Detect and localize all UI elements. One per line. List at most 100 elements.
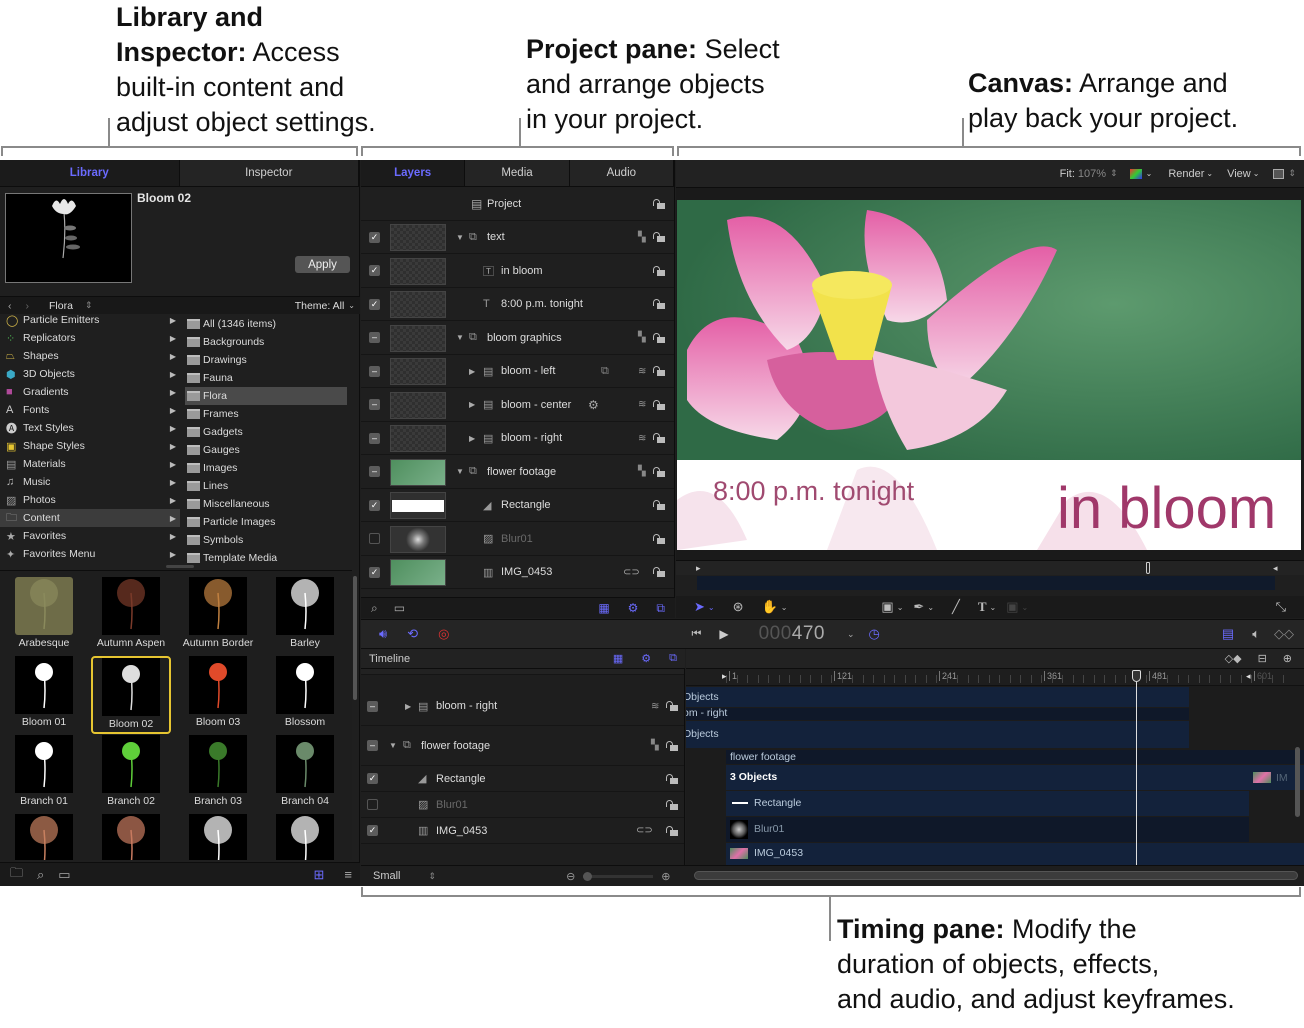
timeline-row-partial[interactable] [361, 669, 684, 675]
record-icon[interactable]: ◎ [438, 626, 449, 642]
lock-icon[interactable] [653, 299, 665, 309]
grid-view-icon[interactable]: ⊞ [314, 867, 325, 883]
library-subfolder-item[interactable]: Particle Images [185, 513, 347, 531]
zoom-level-popup[interactable]: 107% [1078, 168, 1106, 180]
snapping-icon[interactable]: ⊟ [1258, 652, 1267, 665]
lock-icon[interactable] [653, 466, 665, 477]
lock-icon[interactable] [653, 332, 665, 343]
lock-icon[interactable] [653, 433, 665, 443]
search-icon[interactable]: ⌕ [37, 867, 44, 883]
layer-row[interactable]: – ▼ ⧉ bloom graphics ▚ [361, 322, 674, 355]
layer-visibility-checkbox[interactable]: – [369, 365, 380, 377]
track-bloom-right[interactable]: om - right [686, 707, 1189, 720]
layout-icon[interactable] [1273, 168, 1285, 179]
library-category-item[interactable]: A Fonts ▶ [0, 401, 180, 419]
disclosure-open-icon[interactable]: ▼ [389, 741, 397, 750]
layer-visibility-checkbox[interactable]: ✓ [369, 298, 380, 310]
project-row[interactable]: ▤ Project [361, 188, 674, 221]
timeline-layer-row[interactable]: ✓ ◢ Rectangle [361, 766, 684, 792]
lock-icon[interactable] [653, 567, 665, 577]
layer-visibility-checkbox[interactable]: – [369, 432, 380, 444]
zoom-out-icon[interactable]: ⊖ [566, 870, 575, 883]
layer-row[interactable]: ✓ ▥ IMG_0453 ⊂⊃ [361, 556, 674, 589]
library-subfolder-item[interactable]: Gadgets [185, 423, 347, 441]
canvas-view[interactable]: 8:00 p.m. tonight in bloom [677, 200, 1301, 550]
library-subfolder-item[interactable]: Gauges [185, 441, 347, 459]
forward-icon[interactable]: › [26, 300, 30, 312]
track-objects-b[interactable]: Objects [686, 721, 1189, 748]
lock-icon[interactable] [653, 366, 665, 376]
library-grid-item[interactable]: Bloom 02 [91, 656, 171, 734]
mini-timeline[interactable]: ▸ ◂ [676, 560, 1304, 596]
ruler-in-marker[interactable]: ▸ [722, 671, 727, 682]
library-category-item[interactable]: ⬢ 3D Objects ▶ [0, 365, 180, 383]
lock-icon[interactable] [653, 232, 665, 242]
library-subfolder-item[interactable]: Backgrounds [185, 333, 347, 351]
shape-tool-icon[interactable]: ▣ [881, 599, 893, 615]
theme-chevron-icon[interactable]: ⌄ [348, 301, 355, 310]
zoom-slider-knob[interactable] [583, 871, 593, 881]
apply-button[interactable]: Apply [295, 256, 350, 273]
track-img[interactable]: IMG_0453 [726, 843, 1304, 865]
mini-playhead[interactable] [1146, 562, 1150, 574]
layer-visibility-checkbox[interactable]: ✓ [369, 231, 380, 243]
row-size-stepper-icon[interactable]: ⇕ [429, 871, 437, 882]
layer-visibility-checkbox[interactable] [369, 533, 380, 544]
tl-masks-icon[interactable]: ⧉ [669, 652, 677, 665]
lock-icon[interactable] [653, 199, 665, 209]
add-keyframe-icon[interactable]: ◇◆ [1225, 652, 1242, 665]
library-subfolder-item[interactable]: Template Media [185, 549, 347, 566]
color-channels-icon[interactable] [1129, 168, 1142, 179]
show-keyframe-editor-icon[interactable]: ◇◇ [1274, 626, 1294, 642]
timeline-horizontal-scrollbar[interactable] [694, 871, 1298, 880]
lock-icon[interactable] [666, 701, 678, 711]
layer-visibility-checkbox[interactable]: ✓ [369, 499, 380, 511]
tab-inspector[interactable]: Inspector [179, 160, 359, 186]
timeline-visibility-checkbox[interactable] [367, 799, 378, 810]
timeline-ruler[interactable]: 1 121 241 361 481 601 ▸ ◂ [686, 669, 1304, 686]
show-masks-icon[interactable]: ⧉ [656, 601, 665, 616]
shape-tool-chevron-icon[interactable]: ⌄ [897, 603, 904, 612]
back-icon[interactable]: ‹ [8, 300, 12, 312]
library-subfolder-item[interactable]: All (1346 items) [185, 315, 347, 333]
layer-row[interactable]: – ▼ ⧉ flower footage ▚ [361, 456, 674, 489]
folder-popup-stepper-icon[interactable]: ⇕ [85, 300, 93, 311]
text-tool-icon[interactable]: T [978, 599, 987, 615]
layer-row[interactable]: – ▶ ▤ bloom - left ≋ ⧉ [361, 355, 674, 388]
layer-row[interactable]: – ▶ ▤ bloom - right ≋ [361, 422, 674, 455]
bezier-tool-chevron-icon[interactable]: ⌄ [927, 603, 934, 612]
loop-icon[interactable]: ⟲ [407, 626, 418, 642]
library-subfolder-item[interactable]: Fauna [185, 369, 347, 387]
library-grid-item[interactable] [4, 814, 84, 860]
library-category-item[interactable]: 🅐 Text Styles ▶ [0, 419, 180, 437]
timeline-playhead[interactable] [1132, 670, 1142, 682]
library-grid-item[interactable]: Autumn Aspen [91, 577, 171, 655]
tab-library[interactable]: Library [0, 160, 180, 186]
timeline-tracks-area[interactable]: 1 121 241 361 481 601 ▸ ◂ Objects om - right Obje… [686, 669, 1304, 865]
list-view-icon[interactable]: ≡ [344, 867, 352, 882]
track-flower-footage[interactable]: flower footage [726, 750, 1304, 764]
ruler-out-marker[interactable]: ◂ [1246, 671, 1251, 682]
play-range-out-marker[interactable]: ◂ [1273, 563, 1278, 574]
new-folder-icon[interactable]: 🗀 [10, 864, 23, 886]
tab-media[interactable]: Media [465, 160, 570, 186]
library-subfolder-item[interactable]: Symbols [185, 531, 347, 549]
timeline-zoom-icon[interactable]: ⊕ [1283, 652, 1292, 665]
layers-preview-icon[interactable]: ▭ [394, 601, 405, 615]
library-grid-item[interactable] [91, 814, 171, 860]
library-category-item[interactable]: ▨ Photos ▶ [0, 491, 180, 509]
tl-thumbnails-icon[interactable]: ▦ [613, 652, 623, 665]
disclosure-closed-icon[interactable]: ▶ [469, 434, 475, 443]
lock-icon[interactable] [666, 740, 678, 751]
layer-row[interactable]: – ▶ ▤ bloom - center ≋ ⚙ [361, 389, 674, 422]
layer-visibility-checkbox[interactable]: – [369, 399, 380, 410]
library-category-item[interactable]: ■ Gradients ▶ [0, 383, 180, 401]
library-grid-item[interactable]: Autumn Border [178, 577, 258, 655]
lock-icon[interactable] [666, 773, 678, 784]
library-grid-item[interactable]: Arabesque [4, 577, 84, 655]
theme-popup[interactable]: Theme: All [295, 300, 345, 312]
3d-transform-tool-icon[interactable]: ⊛ [733, 599, 744, 615]
tl-filters-icon[interactable]: ⚙ [641, 652, 651, 665]
tab-audio[interactable]: Audio [569, 160, 674, 186]
zoom-stepper-icon[interactable]: ⇕ [1110, 168, 1118, 179]
